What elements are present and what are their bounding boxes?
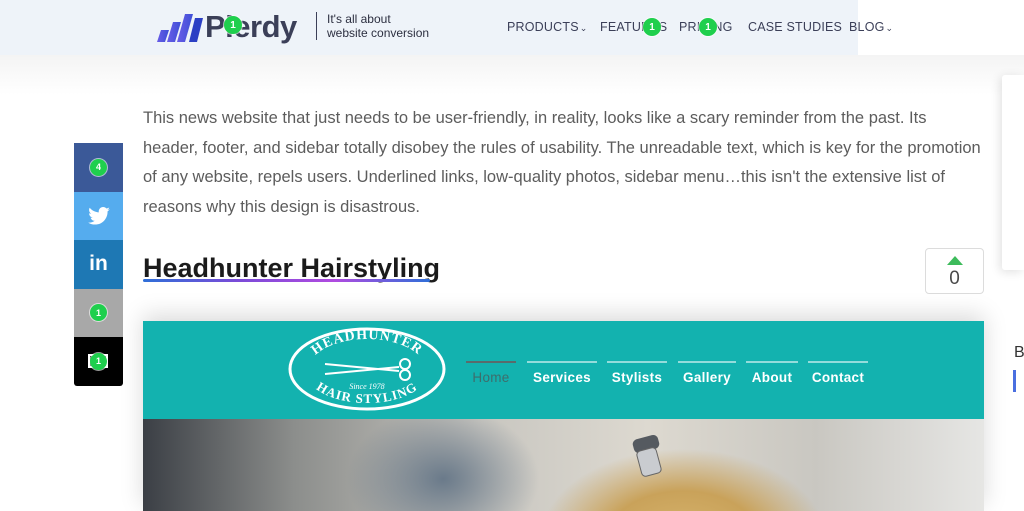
share-facebook-button[interactable]: 4 [74, 143, 123, 192]
chevron-down-icon: ⌄ [885, 23, 894, 33]
share-linkedin-button[interactable]: in [74, 240, 123, 289]
header-shadow [0, 55, 1024, 95]
example-nav-contact[interactable]: Contact [808, 361, 868, 391]
upvote-arrow-icon[interactable] [947, 256, 963, 265]
badge-email: 1 [90, 352, 107, 370]
badge-pinterest: 1 [90, 304, 107, 322]
share-pinterest-button[interactable]: 1 [74, 288, 123, 337]
nav-products[interactable]: PRODUCTS⌄ [507, 20, 588, 34]
logo-since-text: Since 1978 [349, 382, 384, 391]
right-sidebar-card [1002, 75, 1024, 270]
example-nav-about[interactable]: About [746, 361, 798, 391]
example-hero-photo [143, 419, 984, 511]
headhunter-logo: HEADHUNTER HAIR STYLING Since 1978 [288, 327, 446, 411]
title-underline [143, 279, 430, 282]
main-nav: PRODUCTS⌄ FEATURES PRICING CASE STUDIES … [0, 20, 1024, 36]
right-sidebar-accent [1013, 370, 1016, 392]
article-paragraph: This news website that just needs to be … [143, 109, 981, 216]
nav-products-label: PRODUCTS [507, 20, 579, 34]
hair-clip-icon [632, 434, 662, 477]
example-site-screenshot: HEADHUNTER HAIR STYLING Since 1978 Home … [143, 321, 984, 511]
share-twitter-button[interactable] [74, 191, 123, 240]
vote-count: 0 [949, 268, 960, 289]
share-email-button[interactable]: 1 [74, 337, 123, 386]
right-sidebar-letter: B [1014, 344, 1024, 361]
chevron-down-icon: ⌄ [579, 23, 588, 33]
upvote-widget[interactable]: 0 [925, 248, 984, 294]
scissors-icon [324, 358, 411, 381]
nav-case-studies[interactable]: CASE STUDIES [748, 20, 842, 34]
logo-top-text: HEADHUNTER [309, 328, 425, 358]
twitter-icon [87, 206, 110, 225]
badge-pricing: 1 [699, 18, 717, 36]
badge-features: 1 [643, 18, 661, 36]
badge-facebook: 4 [90, 158, 107, 176]
nav-blog[interactable]: BLOG⌄ [849, 20, 893, 34]
example-nav-gallery[interactable]: Gallery [678, 361, 736, 391]
example-nav-home[interactable]: Home [466, 361, 516, 391]
linkedin-icon: in [89, 252, 108, 276]
svg-text:HEADHUNTER: HEADHUNTER [309, 328, 426, 358]
share-bar: 4 in 1 1 [74, 143, 123, 386]
example-nav-services[interactable]: Services [527, 361, 597, 391]
nav-case-studies-label: CASE STUDIES [748, 20, 843, 34]
example-nav-stylists[interactable]: Stylists [607, 361, 667, 391]
nav-blog-label: BLOG [849, 20, 885, 34]
